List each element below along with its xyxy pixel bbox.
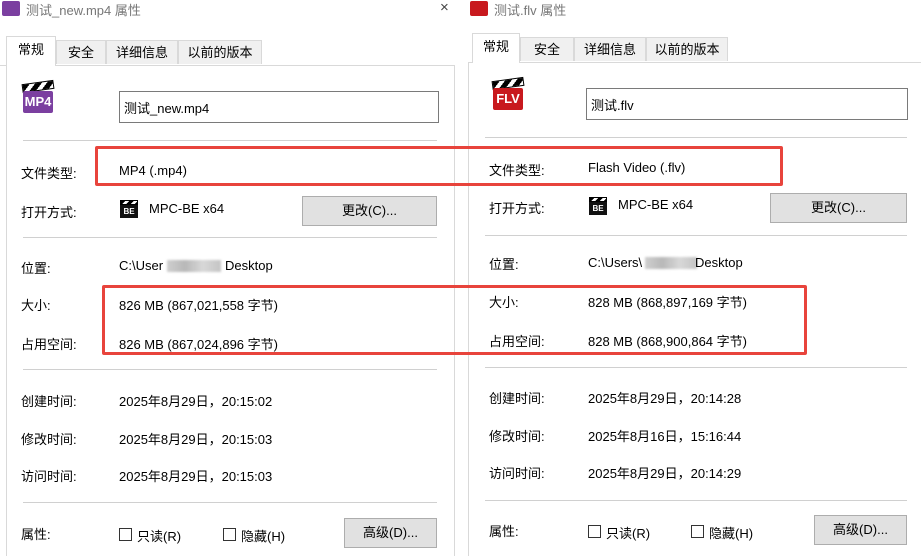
location-prefix: C:\User bbox=[119, 258, 164, 273]
size-on-disk-value: 828 MB (868,900,864 字节) bbox=[588, 334, 747, 349]
right-window-title: 测试.flv 属性 bbox=[494, 3, 567, 18]
opens-with-value: MPC-BE x64 bbox=[618, 197, 694, 212]
size-on-disk-label: 占用空间: bbox=[489, 334, 545, 349]
left-tabstrip: 常规 安全 详细信息 以前的版本 bbox=[0, 36, 455, 66]
location-suffix: Desktop bbox=[695, 255, 743, 270]
location-prefix: C:\Users\ bbox=[588, 255, 643, 270]
divider bbox=[485, 137, 907, 138]
attributes-label: 属性: bbox=[21, 527, 51, 542]
divider bbox=[485, 500, 907, 501]
file-type-label: 文件类型: bbox=[489, 163, 545, 178]
hidden-checkbox[interactable] bbox=[223, 528, 236, 541]
file-type-label: 文件类型: bbox=[21, 166, 77, 181]
accessed-label: 访问时间: bbox=[21, 469, 77, 484]
opens-with-value: MPC-BE x64 bbox=[149, 201, 225, 216]
file-type-value: MP4 (.mp4) bbox=[119, 163, 187, 178]
format-badge: FLV bbox=[493, 88, 523, 110]
divider bbox=[23, 502, 437, 503]
created-value: 2025年8月29日，20:15:02 bbox=[119, 394, 273, 409]
advanced-button[interactable]: 高级(D)... bbox=[344, 518, 437, 548]
hidden-label[interactable]: 隐藏(H) bbox=[709, 523, 753, 542]
divider bbox=[23, 369, 437, 370]
right-general-panel: FLV 文件类型: Flash Video (.flv) 打开方式: BE MP… bbox=[468, 63, 921, 556]
created-label: 创建时间: bbox=[21, 394, 77, 409]
filename-field[interactable] bbox=[586, 88, 908, 120]
created-value: 2025年8月29日，20:14:28 bbox=[588, 391, 742, 406]
accessed-value: 2025年8月29日，20:15:03 bbox=[119, 469, 273, 484]
redacted-username bbox=[645, 257, 697, 269]
hidden-label[interactable]: 隐藏(H) bbox=[241, 526, 285, 545]
advanced-button[interactable]: 高级(D)... bbox=[814, 515, 907, 545]
size-label: 大小: bbox=[21, 298, 51, 313]
tab-details[interactable]: 详细信息 bbox=[574, 37, 646, 61]
modified-label: 修改时间: bbox=[489, 429, 545, 444]
change-button[interactable]: 更改(C)... bbox=[770, 193, 907, 223]
flv-file-icon bbox=[470, 1, 488, 16]
created-label: 创建时间: bbox=[489, 391, 545, 406]
divider bbox=[23, 140, 437, 141]
mpc-be-icon: BE bbox=[119, 199, 139, 219]
tab-general[interactable]: 常规 bbox=[6, 36, 56, 66]
location-label: 位置: bbox=[489, 257, 519, 272]
right-titlebar: 测试.flv 属性 bbox=[468, 0, 921, 18]
flv-file-icon: FLV bbox=[489, 76, 525, 113]
divider bbox=[23, 237, 437, 238]
tab-previous-versions[interactable]: 以前的版本 bbox=[178, 40, 262, 64]
accessed-value: 2025年8月29日，20:14:29 bbox=[588, 466, 742, 481]
accessed-label: 访问时间: bbox=[489, 466, 545, 481]
modified-value: 2025年8月29日，20:15:03 bbox=[119, 432, 273, 447]
modified-label: 修改时间: bbox=[21, 432, 77, 447]
divider bbox=[485, 235, 907, 236]
tab-general[interactable]: 常规 bbox=[472, 33, 520, 63]
location-suffix: Desktop bbox=[225, 258, 273, 273]
file-type-value: Flash Video (.flv) bbox=[588, 160, 686, 175]
redacted-username bbox=[167, 260, 221, 272]
change-button[interactable]: 更改(C)... bbox=[302, 196, 437, 226]
tab-security[interactable]: 安全 bbox=[56, 40, 106, 64]
left-general-panel: MP4 文件类型: MP4 (.mp4) 打开方式: BE MPC-BE x64… bbox=[6, 66, 455, 556]
tab-security[interactable]: 安全 bbox=[520, 37, 574, 61]
divider bbox=[485, 367, 907, 368]
left-titlebar: 测试_new.mp4 属性 × bbox=[0, 0, 455, 18]
size-on-disk-label: 占用空间: bbox=[21, 337, 77, 352]
format-badge: MP4 bbox=[23, 91, 53, 113]
location-label: 位置: bbox=[21, 261, 51, 276]
left-properties-dialog: 测试_new.mp4 属性 × 常规 安全 详细信息 以前的版本 MP4 文件类… bbox=[0, 0, 455, 556]
readonly-checkbox[interactable] bbox=[119, 528, 132, 541]
tab-previous-versions[interactable]: 以前的版本 bbox=[646, 37, 728, 61]
close-icon[interactable]: × bbox=[440, 0, 449, 16]
tab-details[interactable]: 详细信息 bbox=[106, 40, 178, 64]
readonly-label[interactable]: 只读(R) bbox=[137, 526, 181, 545]
opens-with-label: 打开方式: bbox=[489, 201, 545, 216]
readonly-label[interactable]: 只读(R) bbox=[606, 523, 650, 542]
size-value: 828 MB (868,897,169 字节) bbox=[588, 295, 747, 310]
left-window-title: 测试_new.mp4 属性 bbox=[26, 3, 141, 18]
right-tabstrip: 常规 安全 详细信息 以前的版本 bbox=[468, 33, 921, 63]
filename-field[interactable] bbox=[119, 91, 439, 123]
mpc-be-icon: BE bbox=[588, 196, 608, 216]
opens-with-label: 打开方式: bbox=[21, 205, 77, 220]
size-value: 826 MB (867,021,558 字节) bbox=[119, 298, 278, 313]
mp4-file-icon: MP4 bbox=[19, 79, 55, 116]
size-on-disk-value: 826 MB (867,024,896 字节) bbox=[119, 337, 278, 352]
modified-value: 2025年8月16日，15:16:44 bbox=[588, 429, 742, 444]
size-label: 大小: bbox=[489, 295, 519, 310]
attributes-label: 属性: bbox=[489, 524, 519, 539]
hidden-checkbox[interactable] bbox=[691, 525, 704, 538]
right-properties-dialog: 测试.flv 属性 常规 安全 详细信息 以前的版本 FLV 文件类型: Fla… bbox=[468, 0, 921, 556]
mp4-file-icon bbox=[2, 1, 20, 16]
readonly-checkbox[interactable] bbox=[588, 525, 601, 538]
